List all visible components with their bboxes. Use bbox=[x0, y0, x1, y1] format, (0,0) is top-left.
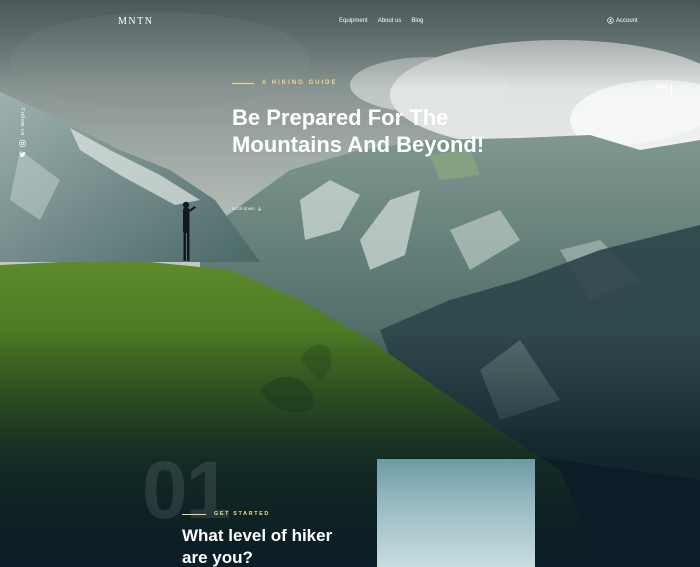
main-nav: Equipment About us Blog bbox=[339, 18, 423, 24]
scroll-down-link[interactable]: scroll down bbox=[232, 206, 262, 211]
pager-item-start[interactable]: Start bbox=[656, 84, 667, 90]
section-eyebrow: GET STARTED bbox=[182, 511, 270, 517]
eyebrow-line bbox=[232, 82, 254, 84]
section-eyebrow-text: GET STARTED bbox=[214, 511, 270, 517]
user-icon bbox=[607, 17, 614, 24]
hero-eyebrow: A HIKING GUIDE bbox=[232, 80, 337, 86]
nav-link-blog[interactable]: Blog bbox=[411, 18, 423, 24]
nav-link-equipment[interactable]: Equipment bbox=[339, 18, 368, 24]
instagram-icon[interactable] bbox=[18, 140, 26, 147]
section-title: What level of hiker are you? bbox=[182, 526, 333, 567]
logo[interactable]: MNTN bbox=[118, 16, 153, 27]
pager-item-03[interactable]: 03 bbox=[656, 129, 667, 135]
hero-title: Be Prepared For The Mountains And Beyond… bbox=[232, 105, 485, 157]
pager-item-01[interactable]: 01 bbox=[656, 99, 667, 105]
account-button[interactable]: Account bbox=[607, 17, 638, 24]
twitter-icon[interactable] bbox=[18, 151, 26, 158]
pager-track bbox=[671, 84, 673, 132]
hero-section bbox=[0, 0, 700, 567]
mountain-landscape-image bbox=[0, 0, 700, 567]
section-number: 01 bbox=[142, 445, 231, 536]
account-label: Account bbox=[616, 17, 638, 24]
pager-item-02[interactable]: 02 bbox=[656, 114, 667, 120]
social-bar: Follow us bbox=[16, 108, 28, 158]
arrow-down-icon bbox=[257, 206, 261, 211]
scroll-down-label: scroll down bbox=[232, 206, 255, 211]
pager-indicator bbox=[671, 84, 673, 96]
section-image bbox=[377, 459, 535, 567]
slide-pager: Start 01 02 03 bbox=[656, 84, 673, 135]
nav-link-about-us[interactable]: About us bbox=[378, 18, 402, 24]
hero-eyebrow-text: A HIKING GUIDE bbox=[262, 80, 338, 86]
follow-us-label: Follow us bbox=[19, 108, 25, 136]
section-eyebrow-line bbox=[182, 513, 206, 515]
